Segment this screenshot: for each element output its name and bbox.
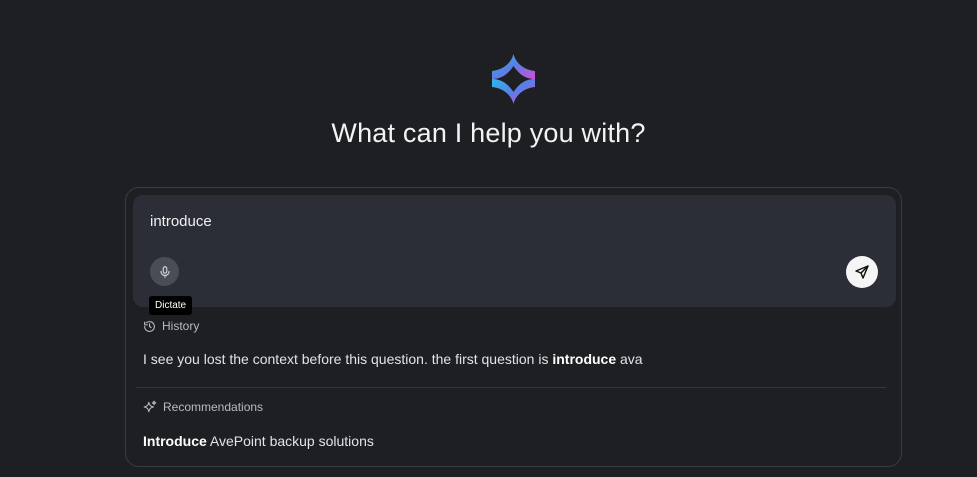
sparkle-icon <box>143 400 157 413</box>
send-icon <box>855 265 869 279</box>
section-divider <box>136 387 886 388</box>
prompt-input-box[interactable]: introduce Dictate <box>133 195 896 315</box>
recommendation-item[interactable]: Introduce AvePoint backup solutions <box>143 433 374 449</box>
history-icon <box>144 320 155 332</box>
history-item-text: I see you lost the context before this q… <box>143 351 553 367</box>
recommendations-label: Recommendations <box>163 400 264 414</box>
app-logo-icon <box>492 54 535 104</box>
dictate-button[interactable] <box>150 257 179 286</box>
recommendations-section-header: Recommendations <box>143 400 263 414</box>
page: What can I help you with? introduce Dict… <box>0 0 977 477</box>
chat-panel: introduce Dictate History I see you lost… <box>125 187 902 467</box>
history-item[interactable]: I see you lost the context before this q… <box>143 351 643 367</box>
history-item-text-end: ava <box>616 351 643 367</box>
recommendation-item-highlight: Introduce <box>143 433 207 449</box>
history-item-highlight: introduce <box>552 351 617 367</box>
recommendation-item-text: AvePoint backup solutions <box>206 433 374 449</box>
send-button[interactable] <box>846 256 878 288</box>
microphone-icon <box>159 265 170 278</box>
history-section-header: History <box>143 319 199 333</box>
page-title: What can I help you with? <box>331 118 646 148</box>
history-label: History <box>162 319 200 333</box>
prompt-input[interactable]: introduce <box>150 213 212 230</box>
dictate-tooltip: Dictate <box>149 296 193 315</box>
